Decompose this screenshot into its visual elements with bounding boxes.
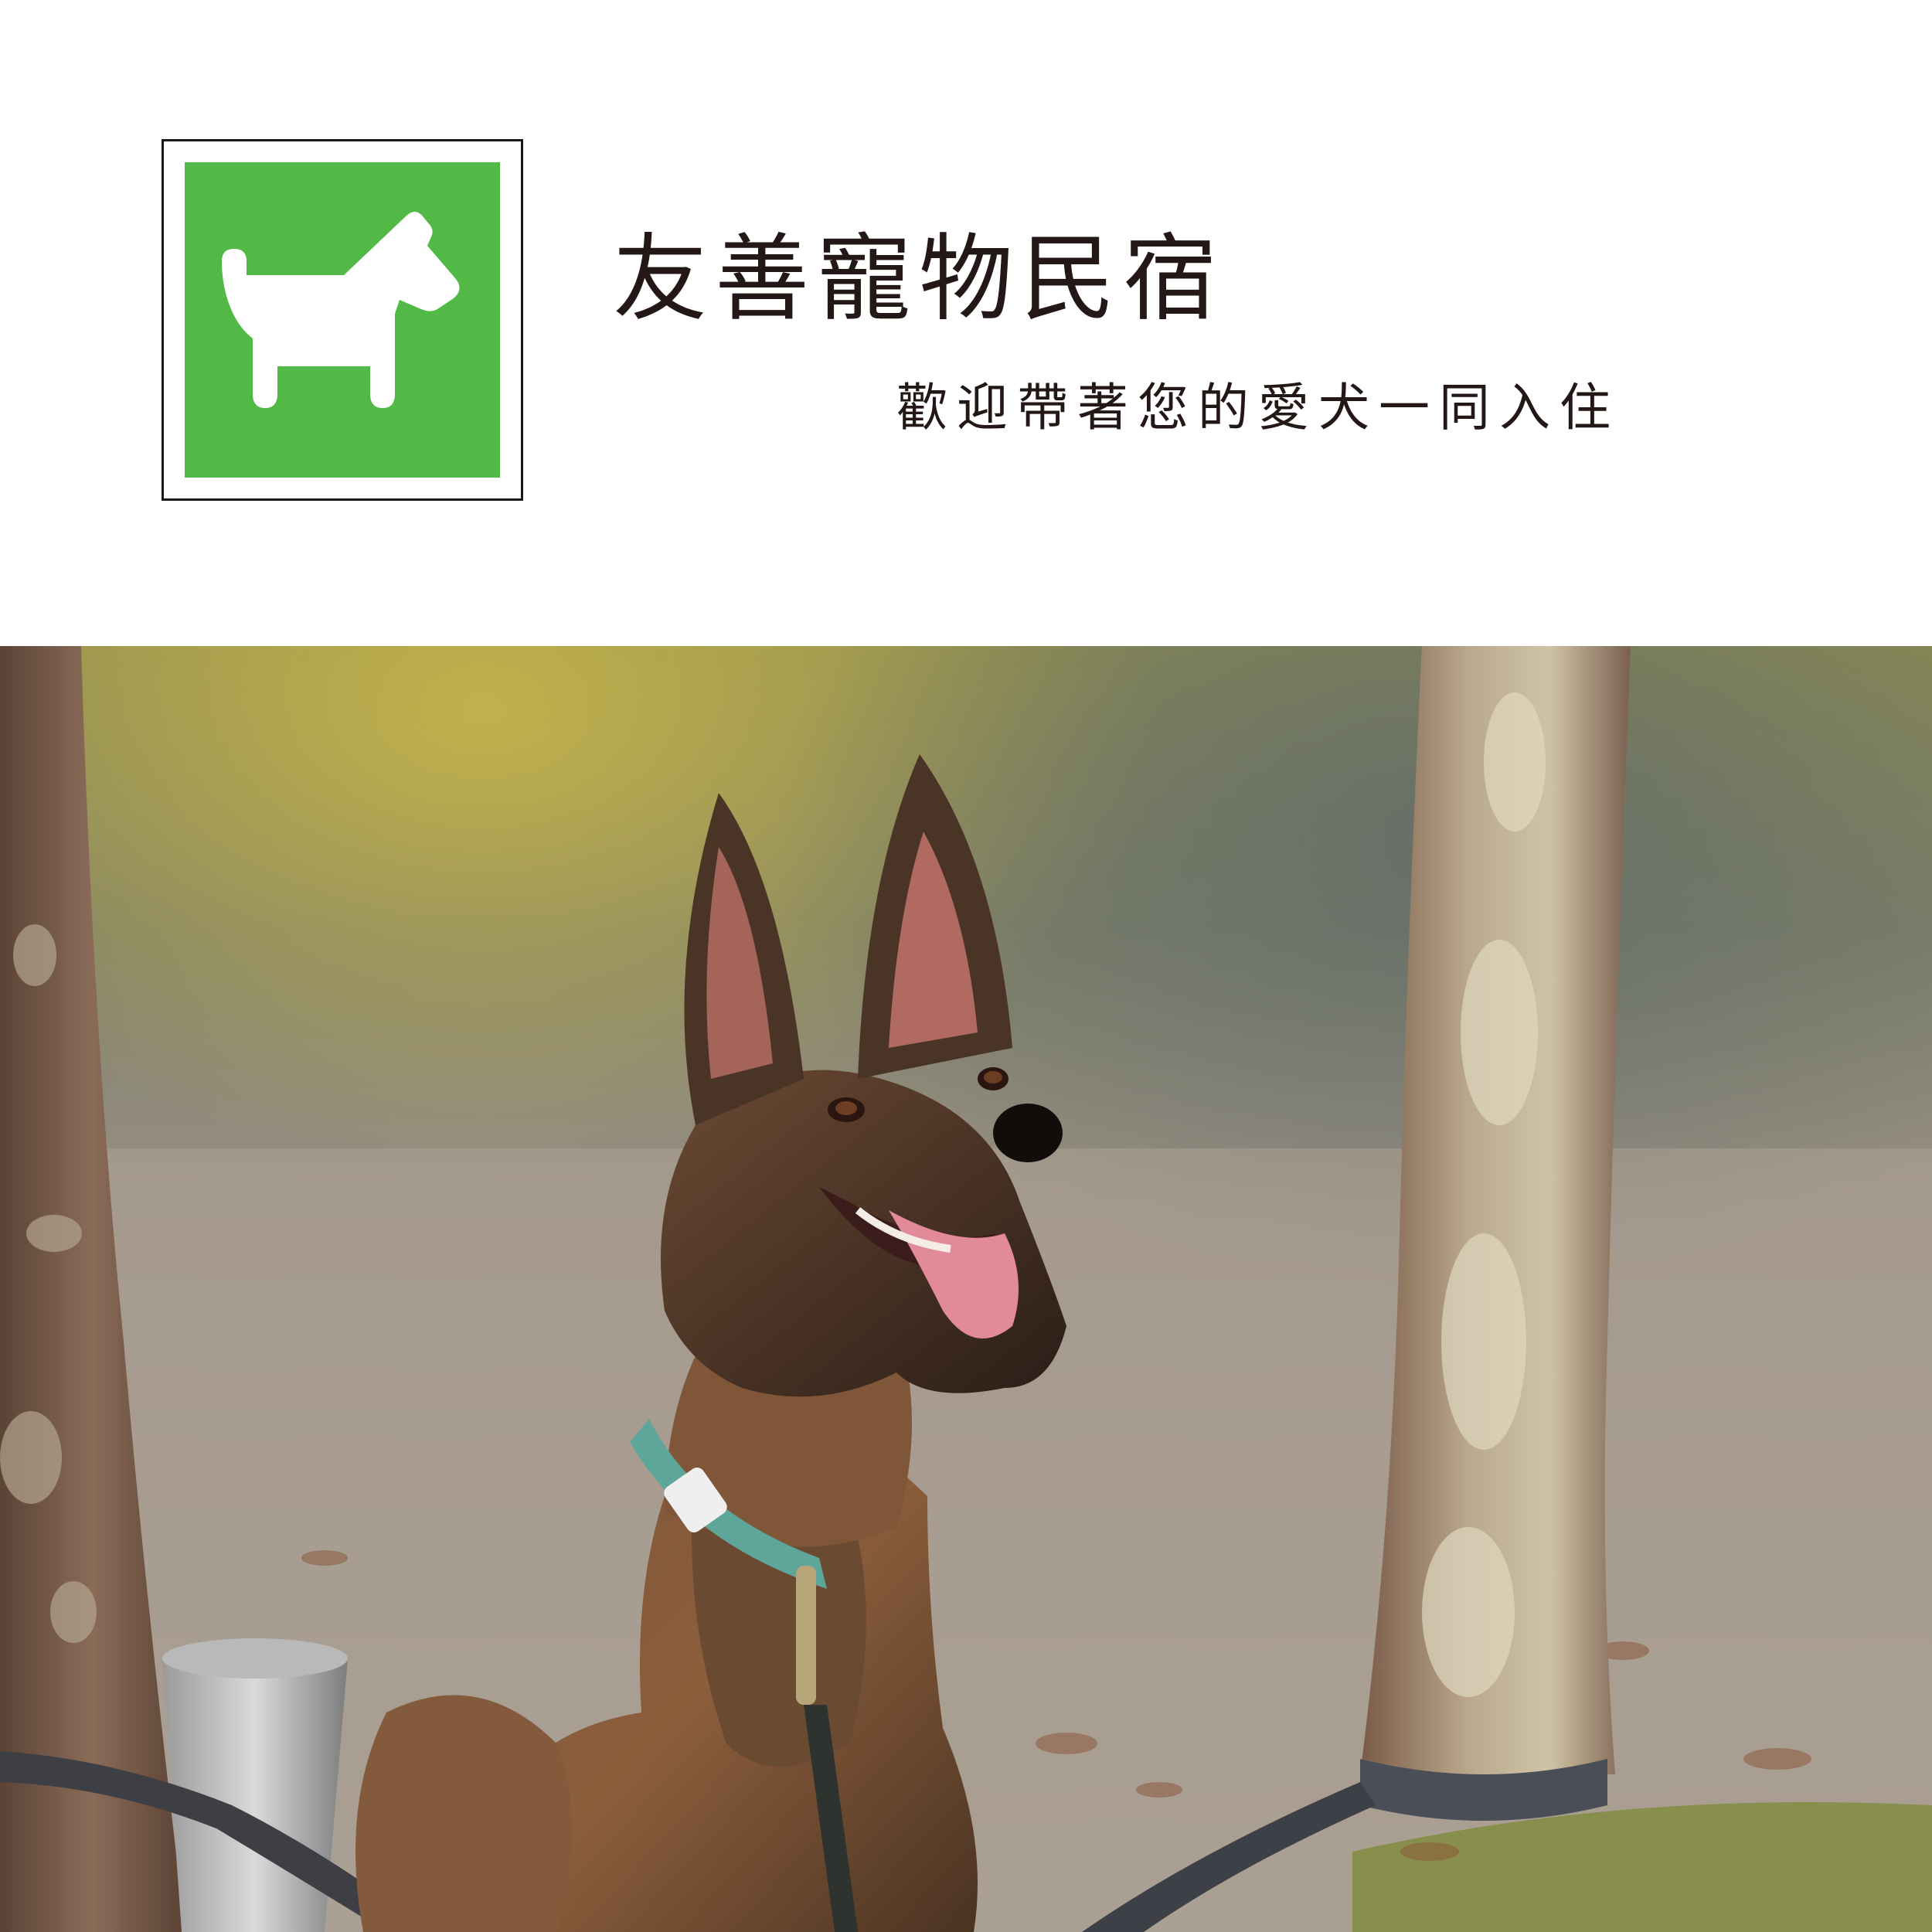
logo-frame	[162, 139, 523, 501]
dog-icon	[222, 212, 460, 408]
page-title: 友善寵物民宿	[613, 224, 1225, 334]
logo-badge	[185, 162, 500, 478]
dog-photo	[0, 646, 1932, 1932]
page-subtitle: 歡迎帶著您的愛犬一同入住	[896, 378, 1620, 437]
